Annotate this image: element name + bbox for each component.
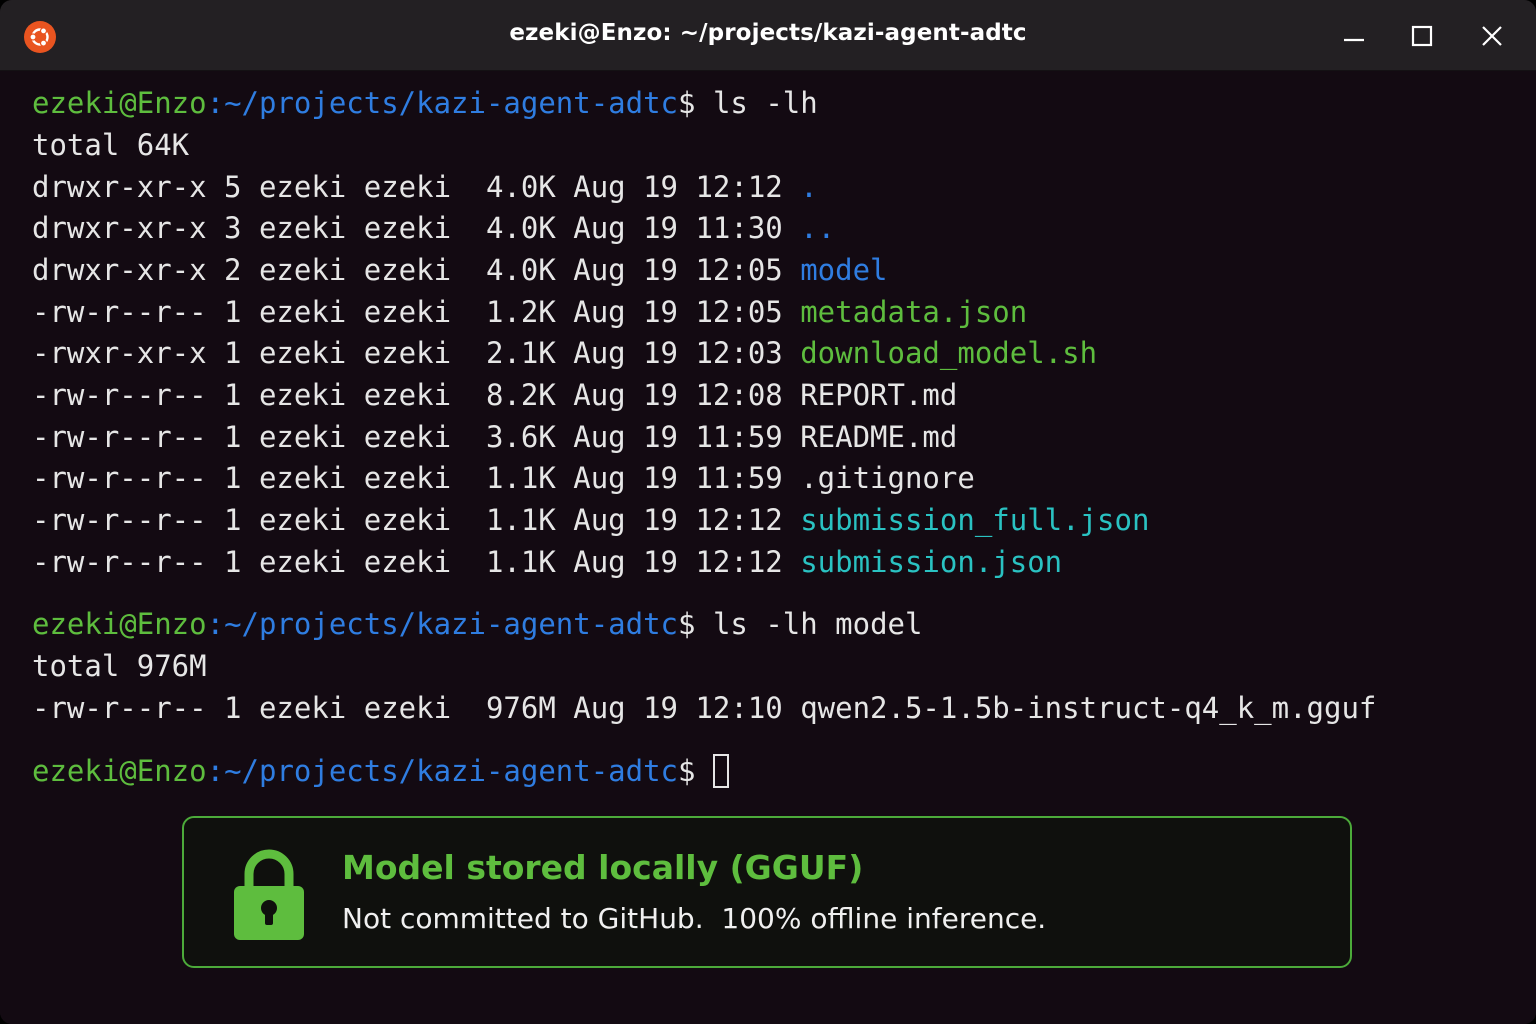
close-button[interactable] xyxy=(1474,18,1510,54)
maximize-icon xyxy=(1411,25,1433,47)
directory-name: model xyxy=(800,253,888,287)
prompt-user-host: ezeki@Enzo xyxy=(32,86,207,120)
file-name: qwen2.5-1.5b-instruct-q4_k_m.gguf xyxy=(800,691,1377,725)
file-name: REPORT.md xyxy=(800,378,958,412)
listing-row: -rw-r--r-- 1 ezeki ezeki 3.6K Aug 19 11:… xyxy=(32,420,958,454)
prompt-symbol: $ xyxy=(678,754,696,788)
listing-row: drwxr-xr-x 3 ezeki ezeki 4.0K Aug 19 11:… xyxy=(32,211,836,245)
listing-row: -rw-r--r-- 1 ezeki ezeki 1.1K Aug 19 11:… xyxy=(32,461,975,495)
terminal-output[interactable]: ezeki@Enzo:~/projects/kazi-agent-adtc$ l… xyxy=(0,71,1536,1024)
listing-row: drwxr-xr-x 5 ezeki ezeki 4.0K Aug 19 12:… xyxy=(32,170,818,204)
text-cursor xyxy=(712,754,729,788)
file-name: download_model.sh xyxy=(800,336,1098,370)
directory-name: .. xyxy=(800,211,836,245)
minimize-icon xyxy=(1344,38,1364,42)
prompt-path: :~/projects/kazi-agent-adtc xyxy=(206,754,679,788)
listing-row: -rw-r--r-- 1 ezeki ezeki 1.1K Aug 19 12:… xyxy=(32,545,1063,579)
lock-icon xyxy=(234,849,304,940)
prompt-path: :~/projects/kazi-agent-adtc xyxy=(206,86,679,120)
listing-row: -rw-r--r-- 1 ezeki ezeki 8.2K Aug 19 12:… xyxy=(32,378,958,412)
terminal-window: ezeki@Enzo: ~/projects/kazi-agent-adtc e… xyxy=(0,0,1536,1024)
prompt-symbol: $ xyxy=(678,607,696,641)
total-line: total 976M xyxy=(32,649,207,683)
file-name: metadata.json xyxy=(800,295,1028,329)
minimize-button[interactable] xyxy=(1336,18,1372,54)
command-text: ls -lh xyxy=(695,86,818,120)
banner-title: Model stored locally (GGUF) xyxy=(342,848,864,887)
prompt-symbol: $ xyxy=(678,86,696,120)
file-name: .gitignore xyxy=(800,461,975,495)
directory-name: . xyxy=(800,170,818,204)
close-icon xyxy=(1482,26,1502,46)
listing-row: -rwxr-xr-x 1 ezeki ezeki 2.1K Aug 19 12:… xyxy=(32,336,1098,370)
info-banner: Model stored locally (GGUF) Not committe… xyxy=(182,816,1352,968)
listing-row: -rw-r--r-- 1 ezeki ezeki 1.2K Aug 19 12:… xyxy=(32,295,1028,329)
file-name: README.md xyxy=(800,420,958,454)
listing-row: -rw-r--r-- 1 ezeki ezeki 1.1K Aug 19 12:… xyxy=(32,503,1150,537)
total-line: total 64K xyxy=(32,128,190,162)
banner-subtitle: Not committed to GitHub. 100% offline in… xyxy=(342,902,1047,935)
file-name: submission.json xyxy=(800,545,1063,579)
title-bar[interactable]: ezeki@Enzo: ~/projects/kazi-agent-adtc xyxy=(0,0,1536,71)
prompt-path: :~/projects/kazi-agent-adtc xyxy=(206,607,679,641)
command-text: ls -lh model xyxy=(695,607,923,641)
window-title: ezeki@Enzo: ~/projects/kazi-agent-adtc xyxy=(509,20,1027,46)
active-prompt-line[interactable]: ezeki@Enzo:~/projects/kazi-agent-adtc$ xyxy=(32,751,729,791)
listing-row: drwxr-xr-x 2 ezeki ezeki 4.0K Aug 19 12:… xyxy=(32,253,888,287)
prompt-line: ezeki@Enzo:~/projects/kazi-agent-adtc$ l… xyxy=(32,83,818,123)
prompt-user-host: ezeki@Enzo xyxy=(32,607,207,641)
prompt-line: ezeki@Enzo:~/projects/kazi-agent-adtc$ l… xyxy=(32,604,922,644)
maximize-button[interactable] xyxy=(1404,18,1440,54)
listing-row: -rw-r--r-- 1 ezeki ezeki 976M Aug 19 12:… xyxy=(32,691,1377,725)
prompt-user-host: ezeki@Enzo xyxy=(32,754,207,788)
file-name: submission_full.json xyxy=(800,503,1150,537)
